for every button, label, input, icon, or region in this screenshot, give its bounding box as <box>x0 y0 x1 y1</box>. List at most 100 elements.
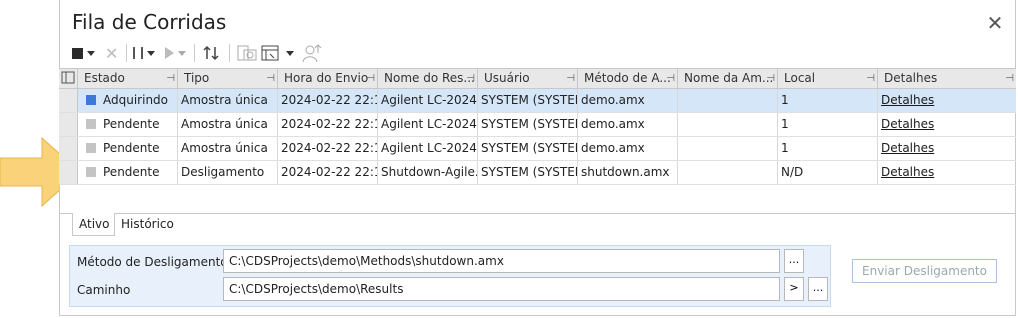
abort-button[interactable]: ✕ <box>105 42 118 64</box>
cell-nome-resultado: Agilent LC-2024-... <box>378 89 478 112</box>
window-title: Fila de Corridas <box>72 10 227 34</box>
pin-icon[interactable]: ⊣ <box>466 69 475 88</box>
browse-method-button[interactable]: ... <box>784 249 804 273</box>
path-arrow-button[interactable]: > <box>784 277 804 301</box>
dropdown-icon[interactable] <box>147 50 156 56</box>
pause-icon <box>133 47 144 59</box>
cell-hora: 2024-02-22 22:14... <box>278 161 378 184</box>
column-header-hora-envio[interactable]: Hora do Envio ⊣ <box>278 69 378 89</box>
cell-nome-resultado: Agilent LC-2024-... <box>378 137 478 160</box>
cell-tipo: Amostra única <box>178 137 278 160</box>
queue-view-button[interactable] <box>236 42 258 64</box>
run-queue-table: Estado ⊣ Tipo ⊣ Hora do Envio ⊣ Nome do Res… <box>59 68 1016 214</box>
cell-usuario: SYSTEM (SYSTEM) <box>478 137 578 160</box>
cell-estado: Pendente <box>78 161 178 184</box>
cell-estado: Pendente <box>78 137 178 160</box>
reorder-button[interactable] <box>201 42 221 64</box>
column-header-usuario[interactable]: Usuário ⊣ <box>478 69 578 89</box>
close-icon[interactable]: ✕ <box>984 12 1006 34</box>
row-header[interactable] <box>59 113 78 136</box>
cell-tipo: Amostra única <box>178 89 278 112</box>
cell-local: 1 <box>778 137 878 160</box>
abort-icon: ✕ <box>105 43 119 63</box>
stop-icon <box>72 47 83 59</box>
cell-detalhes: Detalhes <box>878 113 1016 136</box>
table-header: Estado ⊣ Tipo ⊣ Hora do Envio ⊣ Nome do Res… <box>59 69 1016 89</box>
dropdown-icon[interactable] <box>178 50 187 56</box>
cell-metodo: demo.amx <box>578 137 678 160</box>
shutdown-method-label: Método de Desligamento <box>77 255 228 269</box>
pause-button[interactable] <box>133 42 156 64</box>
cell-nome-amostra <box>678 113 778 136</box>
table-row[interactable]: Pendente Amostra única 2024-02-22 22:12.… <box>59 113 1016 137</box>
resume-button[interactable] <box>165 42 187 64</box>
cell-tipo: Desligamento <box>178 161 278 184</box>
cell-nome-amostra <box>678 89 778 112</box>
column-header-nome-resultado[interactable]: Nome do Res... ⊣ <box>378 69 478 89</box>
dropdown-icon[interactable] <box>87 50 95 56</box>
status-indicator-icon <box>86 118 96 129</box>
status-indicator-icon <box>86 94 96 105</box>
cell-nome-resultado: Agilent LC-2024-... <box>378 113 478 136</box>
column-header-nome-amostra[interactable]: Nome da Am... ⊣ <box>678 69 778 89</box>
pin-icon[interactable]: ⊣ <box>866 69 875 88</box>
column-header-local[interactable]: Local ⊣ <box>778 69 878 89</box>
cell-metodo: demo.amx <box>578 89 678 112</box>
details-link[interactable]: Detalhes <box>881 117 934 131</box>
row-header[interactable] <box>59 89 78 112</box>
pin-icon[interactable]: ⊣ <box>166 69 175 88</box>
user-submit-icon <box>302 44 322 63</box>
cell-usuario: SYSTEM (SYSTEM) <box>478 113 578 136</box>
details-link[interactable]: Detalhes <box>881 165 934 179</box>
stop-button[interactable] <box>72 42 95 64</box>
cell-local: 1 <box>778 113 878 136</box>
cell-nome-amostra <box>678 161 778 184</box>
queue-view-icon <box>237 45 257 61</box>
toolbar: ✕ <box>72 42 326 64</box>
cell-nome-amostra <box>678 137 778 160</box>
table-row[interactable]: Pendente Amostra única 2024-02-22 22:12.… <box>59 137 1016 161</box>
column-header-metodo[interactable]: Método de A... ⊣ <box>578 69 678 89</box>
column-chooser-icon[interactable] <box>59 69 78 89</box>
table-row[interactable]: Adquirindo Amostra única 2024-02-22 22:1… <box>59 89 1016 113</box>
cell-usuario: SYSTEM (SYSTEM) <box>478 89 578 112</box>
reorder-icon <box>203 45 219 61</box>
table-row[interactable]: Pendente Desligamento 2024-02-22 22:14..… <box>59 161 1016 185</box>
row-header[interactable] <box>59 161 78 184</box>
tab-historico[interactable]: Histórico <box>115 213 183 235</box>
pin-icon[interactable]: ⊣ <box>566 69 575 88</box>
dropdown-icon[interactable] <box>286 50 295 56</box>
toolbar-separator <box>229 44 231 62</box>
cell-metodo: demo.amx <box>578 113 678 136</box>
browse-path-button[interactable]: ... <box>808 277 828 301</box>
path-field[interactable]: C:\CDSProjects\demo\Results <box>223 277 780 301</box>
shutdown-method-field[interactable]: C:\CDSProjects\demo\Methods\shutdown.amx <box>223 249 780 273</box>
column-header-tipo[interactable]: Tipo ⊣ <box>178 69 278 89</box>
cell-estado: Pendente <box>78 113 178 136</box>
toolbar-separator <box>126 44 128 62</box>
status-indicator-icon <box>86 166 96 177</box>
cell-tipo: Amostra única <box>178 113 278 136</box>
layout-icon <box>261 45 279 61</box>
details-link[interactable]: Detalhes <box>881 93 934 107</box>
status-indicator-icon <box>86 142 96 153</box>
toolbar-separator <box>194 44 196 62</box>
cell-detalhes: Detalhes <box>878 161 1016 184</box>
cell-detalhes: Detalhes <box>878 89 1016 112</box>
column-header-estado[interactable]: Estado ⊣ <box>78 69 178 89</box>
pin-icon[interactable]: ⊣ <box>666 69 675 88</box>
column-header-detalhes[interactable]: Detalhes ⊣ <box>878 69 1016 89</box>
row-header[interactable] <box>59 137 78 160</box>
pin-icon[interactable]: ⊣ <box>266 69 275 88</box>
send-shutdown-button[interactable]: Enviar Desligamento <box>852 259 997 283</box>
user-submit-button[interactable] <box>302 42 324 64</box>
cell-detalhes: Detalhes <box>878 137 1016 160</box>
tab-ativo[interactable]: Ativo <box>72 213 115 236</box>
pin-icon[interactable]: ⊣ <box>1005 69 1014 88</box>
layout-button[interactable] <box>260 42 295 64</box>
details-link[interactable]: Detalhes <box>881 141 934 155</box>
pin-icon[interactable]: ⊣ <box>766 69 775 88</box>
cell-local: 1 <box>778 89 878 112</box>
pin-icon[interactable]: ⊣ <box>366 69 375 88</box>
cell-metodo: shutdown.amx <box>578 161 678 184</box>
